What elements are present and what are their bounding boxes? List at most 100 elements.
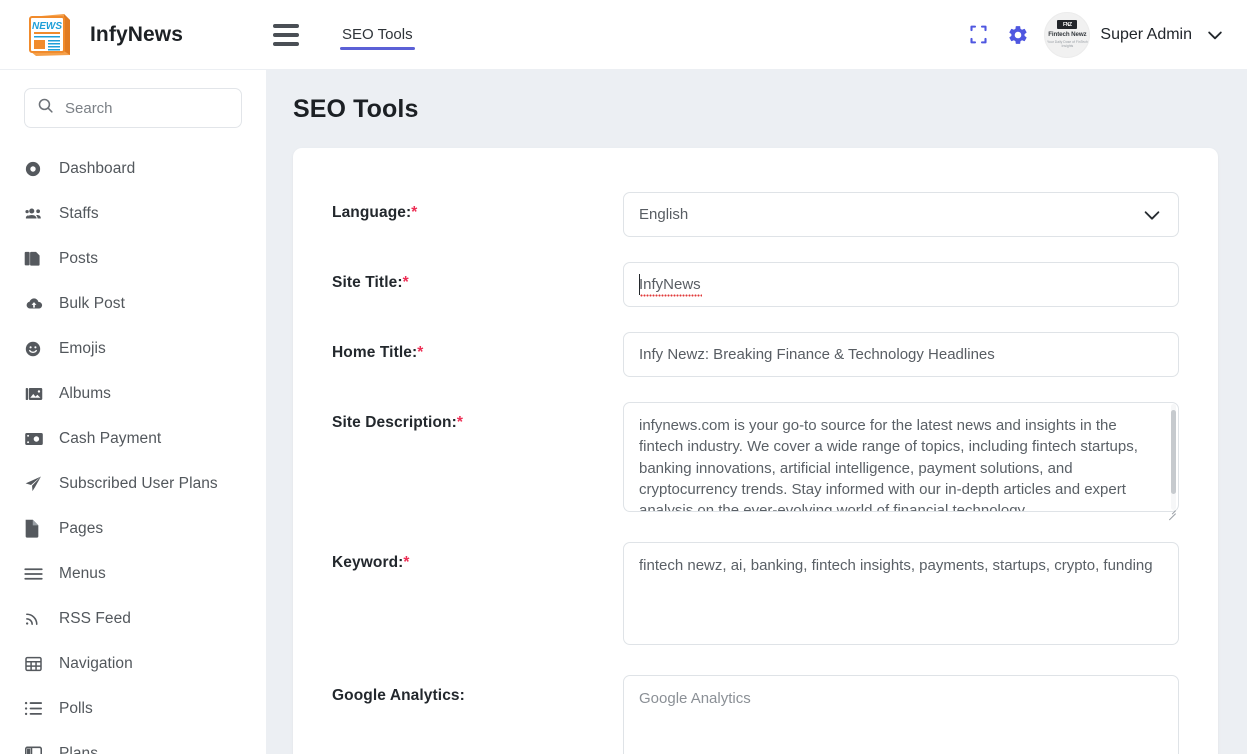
- search-icon: [37, 97, 54, 119]
- site-description-textarea[interactable]: [623, 402, 1179, 512]
- sidebar-item-pages[interactable]: Pages: [0, 506, 266, 551]
- sidebar-item-menus[interactable]: Menus: [0, 551, 266, 596]
- sidebar-item-label: Bulk Post: [59, 294, 125, 312]
- site-description-control: [623, 402, 1179, 517]
- gear-icon[interactable]: [998, 15, 1038, 55]
- sidebar-item-albums[interactable]: Albums: [0, 371, 266, 416]
- tab-strip: SEO Tools: [340, 0, 415, 70]
- form-row-language: Language:* English: [332, 192, 1179, 237]
- sidebar-item-label: Pages: [59, 519, 104, 537]
- sidebar: Dashboard Staffs Posts: [0, 70, 266, 754]
- chevron-down-icon: [1141, 204, 1163, 226]
- language-select[interactable]: English: [623, 192, 1179, 237]
- site-title-control: [623, 262, 1179, 307]
- keyword-label: Keyword:*: [332, 542, 623, 572]
- tab-seo-tools[interactable]: SEO Tools: [340, 0, 415, 70]
- avatar-title: Fintech Newz: [1048, 31, 1087, 39]
- file-page-icon: [24, 519, 50, 538]
- sidebar-item-label: Staffs: [59, 204, 99, 222]
- language-label-text: Language:: [332, 204, 412, 221]
- sidebar-item-cash-payment[interactable]: Cash Payment: [0, 416, 266, 461]
- home-title-input[interactable]: [623, 332, 1179, 377]
- image-stack-icon: [24, 385, 50, 403]
- search-input[interactable]: [65, 99, 229, 117]
- columns-layout-icon: [24, 745, 50, 754]
- main-content: SEO Tools Language:* English Site Title:…: [266, 70, 1247, 754]
- top-navigation-bar: NEWS InfyNews SEO Tools FNZ Fintech Newz…: [0, 0, 1247, 70]
- posts-copy-icon: [24, 250, 50, 268]
- svg-text:NEWS: NEWS: [32, 21, 62, 32]
- sidebar-item-label: Polls: [59, 699, 93, 717]
- top-right-actions: FNZ Fintech Newz Your Daily Dose of FinT…: [958, 11, 1225, 58]
- language-select-value: English: [639, 206, 689, 223]
- text-caret: [639, 274, 640, 295]
- sidebar-item-subscribed-user-plans[interactable]: Subscribed User Plans: [0, 461, 266, 506]
- keyword-textarea[interactable]: [623, 542, 1179, 645]
- user-name-label[interactable]: Super Admin: [1100, 26, 1192, 44]
- sidebar-item-staffs[interactable]: Staffs: [0, 191, 266, 236]
- google-analytics-label: Google Analytics:: [332, 675, 623, 705]
- chevron-down-icon[interactable]: [1205, 25, 1225, 45]
- tab-seo-tools-label: SEO Tools: [342, 26, 413, 43]
- sidebar-nav-list: Dashboard Staffs Posts Bulk Post Emojis …: [0, 146, 266, 754]
- sidebar-item-label: Posts: [59, 249, 99, 267]
- language-label: Language:*: [332, 192, 623, 222]
- sidebar-item-label: Menus: [59, 564, 106, 582]
- dashboard-circle-icon: [24, 160, 50, 178]
- smiley-face-icon: [24, 340, 50, 358]
- sidebar-item-bulk-post[interactable]: Bulk Post: [0, 281, 266, 326]
- avatar-subtitle: Your Daily Dose of FinTech Insights: [1047, 39, 1088, 49]
- hamburger-menu-icon[interactable]: [273, 23, 299, 46]
- sidebar-item-posts[interactable]: Posts: [0, 236, 266, 281]
- site-title-label-text: Site Title:: [332, 274, 403, 291]
- sidebar-item-emojis[interactable]: Emojis: [0, 326, 266, 371]
- brand-logo-link[interactable]: NEWS InfyNews: [24, 11, 183, 59]
- sidebar-item-dashboard[interactable]: Dashboard: [0, 146, 266, 191]
- seo-settings-card: Language:* English Site Title:* InfyNews…: [293, 148, 1218, 754]
- spellcheck-underline: [640, 294, 702, 297]
- form-row-google-analytics: Google Analytics:: [332, 675, 1179, 754]
- required-asterisk: *: [403, 554, 410, 571]
- home-title-label: Home Title:*: [332, 332, 623, 362]
- textarea-resize-handle[interactable]: [1167, 505, 1176, 514]
- language-control: English: [623, 192, 1179, 237]
- required-asterisk: *: [402, 274, 409, 291]
- sidebar-item-navigation[interactable]: Navigation: [0, 641, 266, 686]
- user-avatar[interactable]: FNZ Fintech Newz Your Daily Dose of FinT…: [1044, 11, 1091, 58]
- sidebar-item-label: Plans: [59, 744, 99, 754]
- fullscreen-expand-icon[interactable]: [958, 15, 998, 55]
- site-description-label: Site Description:*: [332, 402, 623, 432]
- form-row-keyword: Keyword:*: [332, 542, 1179, 650]
- sidebar-item-plans[interactable]: Plans: [0, 731, 266, 754]
- sidebar-item-label: RSS Feed: [59, 609, 131, 627]
- rss-feed-icon: [24, 610, 50, 627]
- cloud-upload-icon: [24, 295, 50, 313]
- site-description-label-text: Site Description:: [332, 414, 457, 431]
- home-title-control: [623, 332, 1179, 377]
- sidebar-search-wrap: [0, 70, 266, 128]
- textarea-scrollbar-thumb[interactable]: [1171, 410, 1176, 494]
- google-analytics-textarea[interactable]: [623, 675, 1179, 754]
- home-title-label-text: Home Title:: [332, 344, 418, 361]
- keyword-control: [623, 542, 1179, 650]
- keyword-label-text: Keyword:: [332, 554, 404, 571]
- google-analytics-control: [623, 675, 1179, 754]
- menu-lines-icon: [24, 566, 50, 582]
- sidebar-item-polls[interactable]: Polls: [0, 686, 266, 731]
- sidebar-item-label: Cash Payment: [59, 429, 162, 447]
- sidebar-item-label: Dashboard: [59, 159, 136, 177]
- sidebar-item-label: Albums: [59, 384, 111, 402]
- list-ul-icon: [24, 700, 50, 717]
- site-title-input[interactable]: [623, 262, 1179, 307]
- paper-plane-icon: [24, 475, 50, 493]
- form-row-site-title: Site Title:*: [332, 262, 1179, 307]
- sidebar-item-label: Subscribed User Plans: [59, 474, 218, 492]
- required-asterisk: *: [417, 344, 424, 361]
- avatar-logo-mark: FNZ: [1057, 20, 1078, 30]
- form-row-site-description: Site Description:*: [332, 402, 1179, 517]
- required-asterisk: *: [411, 204, 418, 221]
- search-box[interactable]: [24, 88, 242, 128]
- site-title-label: Site Title:*: [332, 262, 623, 292]
- sidebar-item-rss-feed[interactable]: RSS Feed: [0, 596, 266, 641]
- page-title: SEO Tools: [293, 95, 419, 123]
